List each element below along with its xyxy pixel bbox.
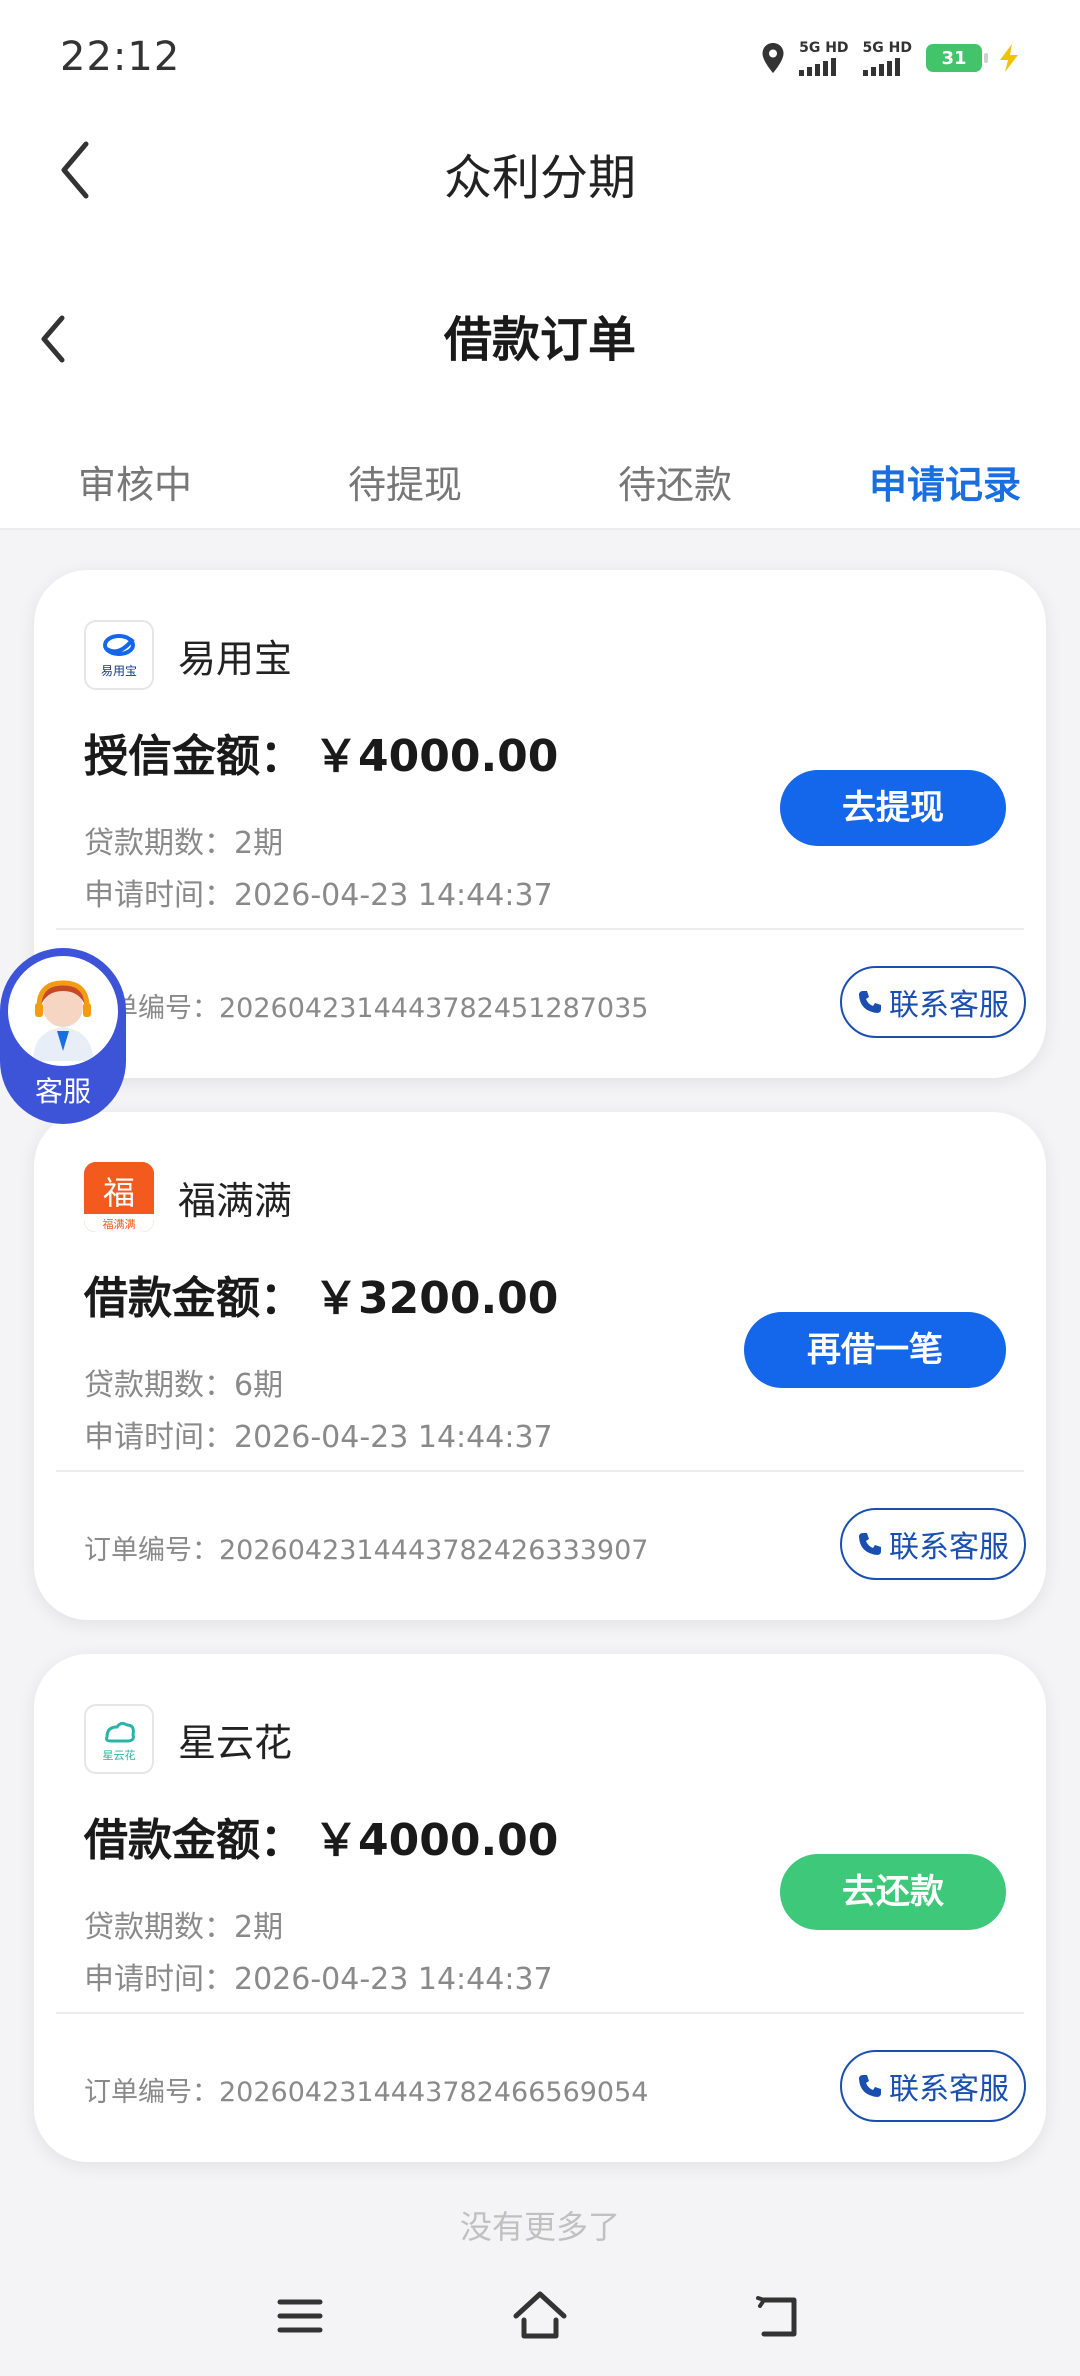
- charging-icon: [1000, 44, 1018, 72]
- signal-sim1-icon: 5G HD: [799, 41, 849, 76]
- loan-periods: 贷款期数：2期: [84, 826, 284, 861]
- xingyunhua-logo-icon: 星云花: [103, 1721, 136, 1762]
- borrow-again-button[interactable]: 再借一笔: [744, 1312, 1006, 1388]
- phone-icon: [859, 1533, 881, 1555]
- amount-value: ￥3200.00: [314, 1273, 559, 1324]
- app-title: 众利分期: [443, 150, 636, 206]
- lender-logo: 易用宝: [84, 620, 154, 690]
- apply-time: 申请时间：2026-04-23 14:44:37: [84, 1962, 553, 1997]
- order-card: 星云花 星云花 借款金额： ￥4000.00 贷款期数：2期 申请时间：2026-…: [34, 1654, 1046, 2162]
- apply-time: 申请时间：2026-04-23 14:44:37: [84, 878, 553, 913]
- order-card: 福 福满满 福满满 借款金额： ￥3200.00 贷款期数：6期 申请时间：202…: [34, 1112, 1046, 1620]
- signal-sim2-icon: 5G HD: [862, 41, 912, 76]
- svg-text:星云花: 星云花: [103, 1749, 136, 1762]
- repay-button[interactable]: 去还款: [780, 1854, 1006, 1930]
- order-number: 订单编号：2026042314443782426333907: [84, 1535, 649, 1566]
- contact-service-button[interactable]: 联系客服: [840, 1508, 1026, 1580]
- tabs-divider: [0, 528, 1080, 530]
- battery-icon: 31: [926, 44, 988, 72]
- fumanman-logo-icon: 福 福满满: [84, 1162, 154, 1232]
- amount-value: ￥4000.00: [314, 1815, 559, 1866]
- amount: 借款金额： ￥4000.00: [84, 1804, 558, 1868]
- floating-customer-service-button[interactable]: 客服: [0, 948, 126, 1124]
- card-divider: [56, 1470, 1024, 1472]
- service-label: 客服: [34, 1075, 91, 1108]
- svg-text:福满满: 福满满: [103, 1217, 136, 1231]
- order-number: 订单编号：2026042314443782466569054: [84, 2077, 649, 2108]
- system-nav-bar: [0, 2256, 1080, 2376]
- order-number: 订单编号：20260423144437824512870​35: [84, 993, 649, 1024]
- lender-logo: 福 福满满: [84, 1162, 154, 1232]
- amount: 授信金额： ￥4000.00: [84, 720, 558, 784]
- home-icon[interactable]: [510, 2286, 570, 2346]
- back-nav-icon[interactable]: [750, 2286, 810, 2346]
- service-agent-avatar: [8, 956, 118, 1066]
- loan-periods: 贷款期数：6期: [84, 1368, 284, 1403]
- menu-icon[interactable]: [270, 2286, 330, 2346]
- lender-logo: 星云花: [84, 1704, 154, 1774]
- withdraw-button[interactable]: 去提现: [780, 770, 1006, 846]
- status-time: 22:12: [60, 34, 181, 80]
- amount-value: ￥4000.00: [314, 731, 559, 782]
- amount-label: 授信金额：: [84, 731, 304, 782]
- lender-name: 易用宝: [178, 637, 293, 681]
- card-divider: [56, 928, 1024, 930]
- contact-service-button[interactable]: 联系客服: [840, 966, 1026, 1038]
- svg-text:福: 福: [103, 1174, 135, 1212]
- tab-pending-withdraw[interactable]: 待提现: [270, 440, 540, 530]
- phone-icon: [859, 2075, 881, 2097]
- yiyongbao-logo-icon: 易用宝: [101, 634, 137, 678]
- tab-pending-repay[interactable]: 待还款: [540, 440, 810, 530]
- status-icons: 5G HD 5G HD 31: [761, 38, 1022, 78]
- card-divider: [56, 2012, 1024, 2014]
- amount: 借款金额： ￥3200.00: [84, 1262, 558, 1326]
- tab-bar: 审核中 待提现 待还款 申请记录: [0, 440, 1080, 530]
- no-more-text: 没有更多了: [459, 2208, 620, 2246]
- page-title: 借款订单: [443, 312, 636, 368]
- contact-service-button[interactable]: 联系客服: [840, 2050, 1026, 2122]
- lender-name: 星云花: [178, 1721, 293, 1765]
- phone-icon: [859, 991, 881, 1013]
- lender-name: 福满满: [178, 1179, 293, 1223]
- amount-label: 借款金额：: [84, 1815, 304, 1866]
- order-card: 易用宝 易用宝 授信金额： ￥4000.00 贷款期数：2期 申请时间：2026-…: [34, 570, 1046, 1078]
- location-icon: [762, 43, 784, 73]
- loan-periods: 贷款期数：2期: [84, 1910, 284, 1945]
- apply-time: 申请时间：2026-04-23 14:44:37: [84, 1420, 553, 1455]
- page-header: 借款订单 审核中 待提现 待还款 申请记录: [0, 250, 1080, 530]
- svg-text:易用宝: 易用宝: [101, 664, 137, 678]
- amount-label: 借款金额：: [84, 1273, 304, 1324]
- tab-reviewing[interactable]: 审核中: [0, 440, 270, 530]
- status-bar: 22:12 5G HD 5G HD 31: [0, 0, 1080, 110]
- tab-application-records[interactable]: 申请记录: [810, 440, 1080, 530]
- headset-agent-icon: [33, 980, 93, 1061]
